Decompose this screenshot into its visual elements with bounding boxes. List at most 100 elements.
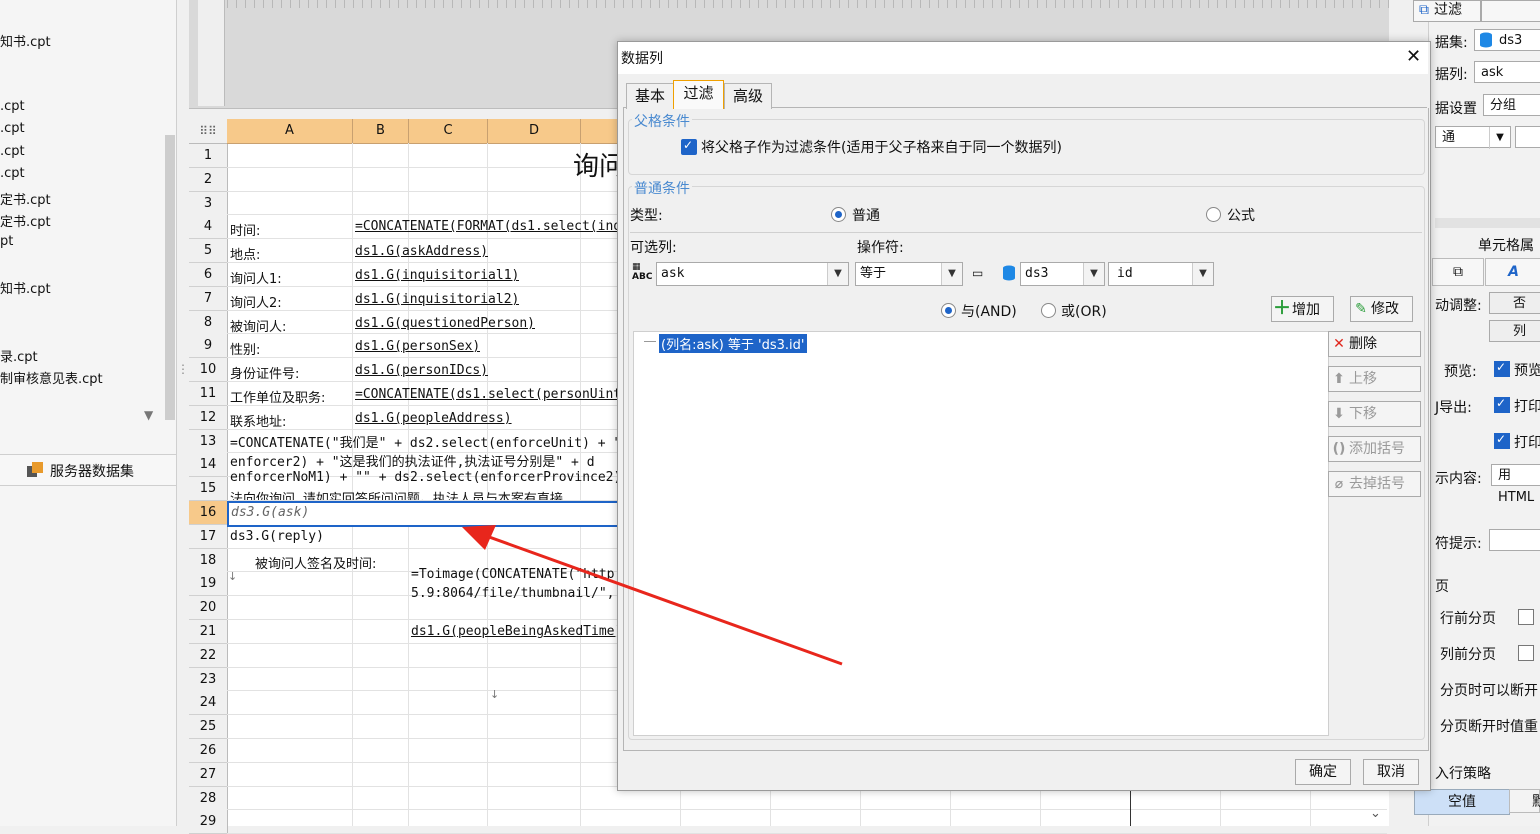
or-radio[interactable] [1041,303,1056,318]
cell-formula[interactable]: =CONCATENATE(FORMAT(ds1.select(inqu [355,219,617,234]
cell-label[interactable]: 询问人1: [230,268,282,287]
cell-formula[interactable]: enforcer2) + "这是我们的执法证件,执法证号分别是" + d [230,451,617,470]
row-header[interactable]: 2 [189,168,228,192]
move-up-button[interactable]: ⬆ 上移 [1328,366,1421,392]
tab-advanced[interactable]: 高级 [724,83,772,109]
row-header[interactable]: 21 [189,620,228,644]
row-header[interactable]: 9 [189,334,228,358]
cell-formula[interactable]: ds3.G(reply) [230,529,324,544]
column-header[interactable] [581,119,618,144]
print-checkbox[interactable] [1494,432,1510,449]
dataset-field[interactable]: ds3 [1474,29,1540,51]
type-normal-radio[interactable] [831,207,846,222]
row-header[interactable]: 4 [189,215,228,239]
row-break-checkbox[interactable] [1518,609,1534,625]
column-header[interactable]: B [353,119,409,144]
preview-checkbox[interactable] [1494,360,1510,377]
row-header[interactable]: 17 [189,525,228,549]
cell-formula[interactable]: =Toimage(CONCATENATE("http:/ [411,567,617,582]
file-item[interactable]: pt [0,234,13,249]
cell-label[interactable]: 被询问人签名及时间: [255,553,376,572]
add-condition-button[interactable]: ＋增加 [1271,296,1334,322]
cell-label[interactable]: 工作单位及职务: [230,387,325,406]
select-all-corner[interactable]: ⠿⠿ [189,119,228,144]
panel-tab[interactable] [1481,0,1540,22]
row-header[interactable]: 15 [189,477,228,501]
row-header[interactable]: 19 [189,572,228,596]
row-header[interactable]: 29 [189,810,228,834]
file-item[interactable]: 定书.cpt [0,211,51,230]
cell-label[interactable]: 被询问人: [230,316,286,335]
row-header[interactable]: 8 [189,311,228,335]
print-checkbox[interactable] [1494,396,1510,413]
cell-formula[interactable]: =CONCATENATE("我们是" + ds2.select(enforceU… [230,432,617,451]
cell-formula[interactable]: ds1.G(personIDcs) [355,363,488,378]
type-select[interactable]: 通 ▼ [1435,126,1511,149]
file-item[interactable]: .cpt [0,99,25,114]
cell-label[interactable]: 地点: [230,244,260,263]
row-header[interactable]: 28 [189,787,228,811]
row-header[interactable]: 1 [189,144,228,168]
parent-filter-checkbox[interactable] [681,138,697,155]
cell-formula[interactable]: 5.9:8064/file/thumbnail/", d [411,586,617,601]
row-header[interactable]: 6 [189,263,228,287]
cell-formula[interactable]: ds1.G(inquisitorial1) [355,268,519,283]
tab-basic[interactable]: 基本 [626,83,674,109]
row-header[interactable]: 7 [189,287,228,311]
remove-parenthesis-button[interactable]: ⌀ 去掉括号 [1328,471,1421,497]
row-header[interactable]: 13 [189,430,228,454]
row-header[interactable]: 12 [189,406,228,430]
row-header[interactable]: 25 [189,715,228,739]
cell-formula[interactable]: enforcerNoM1) + "" + ds2.select(enforcer… [230,470,617,485]
field-select[interactable]: id ▼ [1108,262,1214,286]
file-item[interactable]: 制审核意见表.cpt [0,368,103,387]
cell-label[interactable]: 联系地址: [230,411,286,430]
splitter-handle-icon[interactable]: ⋮ [177,362,189,376]
row-header[interactable]: 24 [189,691,228,715]
column-header[interactable]: A [227,119,353,144]
scroll-down-icon[interactable]: ▼ [144,408,153,422]
type-formula-radio[interactable] [1206,207,1221,222]
setting-field[interactable]: 分组 [1483,94,1540,116]
auto-adjust-none[interactable]: 否 [1489,292,1540,314]
cell-formula[interactable]: ds1.G(peopleAddress) [355,411,512,426]
row-header[interactable]: 26 [189,739,228,763]
and-radio[interactable] [941,303,956,318]
scroll-down-icon[interactable]: ⌄ [1370,806,1381,821]
value-type-icon[interactable]: ▭ [972,266,992,282]
row-header[interactable]: 11 [189,382,228,406]
cell-formula[interactable]: ds1.G(askAddress) [355,244,488,259]
tab-filter[interactable]: 过滤 [673,80,724,109]
file-item[interactable]: 定书.cpt [0,189,51,208]
row-header[interactable]: 23 [189,668,228,692]
file-item[interactable]: .cpt [0,166,25,181]
file-item[interactable]: 知书.cpt [0,31,51,50]
modify-condition-button[interactable]: ✎ 修改 [1350,296,1413,322]
column-header[interactable]: D [488,119,581,144]
type-extra-button[interactable] [1515,126,1540,148]
row-header[interactable]: 20 [189,596,228,620]
cell-formula[interactable]: ds3.G(ask) [231,505,309,520]
add-parenthesis-button[interactable]: () 添加括号 [1328,436,1421,462]
empty-value-tab[interactable]: 空值 [1414,789,1510,815]
condition-list[interactable] [633,331,1329,736]
close-icon[interactable]: ✕ [1406,46,1421,67]
condition-item[interactable]: (列名:ask) 等于 'ds3.id' [659,334,807,353]
filter-button[interactable]: ⧉ 过滤 [1413,0,1481,22]
file-item[interactable]: .cpt [0,121,25,136]
delete-button[interactable]: ✕ 删除 [1328,331,1421,357]
file-item[interactable]: 知书.cpt [0,278,51,297]
operator-select[interactable]: 等于 ▼ [855,262,963,286]
dataset-select[interactable]: ds3 ▼ [1020,262,1105,286]
cancel-button[interactable]: 取消 [1363,759,1419,785]
font-tab-icon[interactable]: A [1485,258,1540,286]
cell-formula[interactable]: ds1.G(questionedPerson) [355,316,535,331]
default-value-tab[interactable]: 默 [1509,789,1540,813]
column-field[interactable]: ask [1474,61,1540,83]
row-header[interactable]: 5 [189,239,228,263]
file-item[interactable]: 录.cpt [0,346,38,365]
style-tab-icon[interactable]: ⧉ [1432,258,1484,286]
auto-adjust-col[interactable]: 列 [1489,320,1540,342]
content-select[interactable]: 用HTML [1491,464,1540,505]
column-select[interactable]: ask ▼ [656,262,849,286]
